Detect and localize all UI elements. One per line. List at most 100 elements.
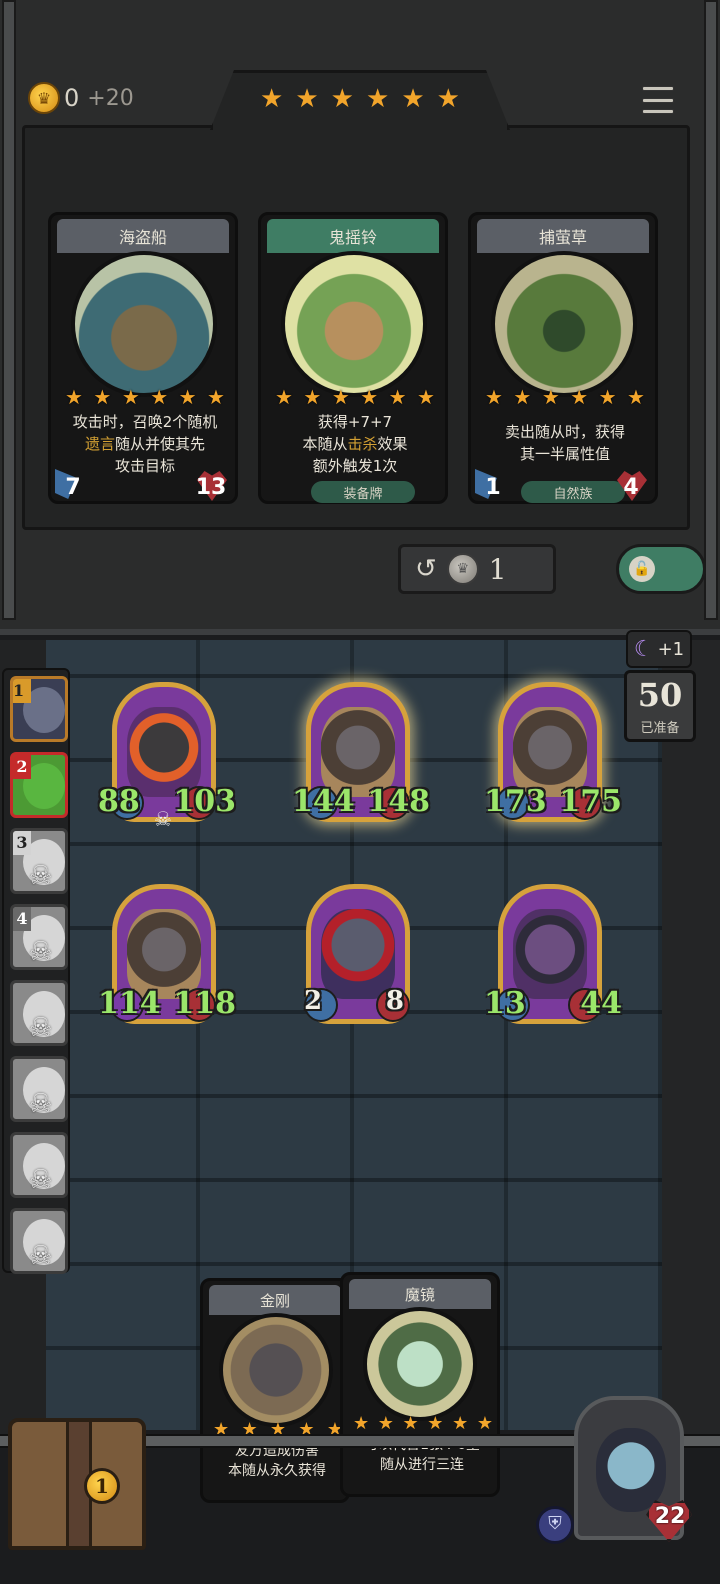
crown-coin-icon: ♛ <box>446 553 479 585</box>
tier-star-icon: ★ <box>295 84 319 114</box>
board-minion[interactable]: 114 118 <box>98 882 236 1032</box>
card-name: 魔镜 <box>404 1285 435 1304</box>
minion-attack: 144 <box>292 784 355 819</box>
card-header: 海盗船 <box>57 219 229 253</box>
player-portrait-eliminated[interactable]: ☠ <box>10 1056 68 1122</box>
right-wall <box>662 640 720 1440</box>
shop-card-pirate-ship[interactable]: 海盗船 ★ ★ ★ ★ ★ ★ 攻击时，召唤2个随机 遗言随从并使其先 攻击目标 7 13 <box>48 212 238 504</box>
rat-portrait <box>321 909 395 999</box>
desc-text: 随从并使其先 <box>115 435 206 453</box>
desc-text: 额外触发1次 <box>312 457 398 475</box>
board-minion[interactable]: 144 148 <box>292 680 430 830</box>
card-stars: ★ ★ ★ ★ ★ ★ <box>65 385 225 409</box>
menu-bar-icon <box>642 109 674 114</box>
card-description: 攻击时，召唤2个随机 遗言随从并使其先 攻击目标 <box>61 411 229 477</box>
magic-mirror-art <box>363 1307 477 1421</box>
desc-text: 随从进行三连 <box>380 1457 464 1473</box>
deathrattle-skull-icon: ☠ <box>154 807 172 831</box>
hand-card-gorilla[interactable]: 金刚 ★ ★ ★ ★ ★ 友方造成伤害 本随从永久获得 <box>200 1278 350 1503</box>
tier-star-icon: ★ <box>365 84 390 114</box>
gorilla-art <box>219 1313 333 1427</box>
shop-card-ghost-bell[interactable]: 鬼摇铃 ★ ★ ★ ★ ★ ★ 获得+7+7 本随从击杀效果 额外触发1次 装备牌 <box>258 212 448 504</box>
minion-attack: 173 <box>484 784 547 819</box>
refresh-cost: 1 <box>488 552 507 586</box>
player-portrait-eliminated[interactable]: ☠ <box>10 1132 68 1198</box>
card-stars: ★ ★ ★ ★ ★ ★ <box>275 385 435 409</box>
gold-value: 0 <box>64 84 80 112</box>
shop-panel: ★ ★ ★ ★ ★ ★ ♛ 0 +20 海盗船 ★ ★ ★ ★ ★ ★ 攻击时，召唤2个随… <box>0 0 720 635</box>
desc-text: 卖出随从时，获得 <box>504 423 625 441</box>
shield-icon[interactable]: ⛨ <box>536 1506 574 1544</box>
moon-bonus-value: +1 <box>657 638 685 660</box>
gold-coin-icon: ♛ <box>28 82 60 114</box>
tier-star-icon: ★ <box>401 84 425 114</box>
board-minion[interactable]: 2 8 <box>298 882 418 1032</box>
desc-text: 其一半属性值 <box>519 445 610 463</box>
minion-health: 175 <box>559 784 622 819</box>
skull-icon: ☠ <box>29 1013 53 1043</box>
card-header: 捕萤草 <box>477 219 649 253</box>
ghost-bell-art <box>281 251 427 397</box>
card-name: 鬼摇铃 <box>328 228 377 247</box>
card-name: 金刚 <box>259 1291 290 1310</box>
skull-icon: ☠ <box>29 1241 53 1271</box>
player-portrait[interactable]: 1 <box>10 676 68 742</box>
moon-icon: ☾ <box>633 636 654 662</box>
minion-attack: 2 <box>304 986 323 1016</box>
card-header: 金刚 <box>209 1285 341 1315</box>
minion-health: 148 <box>367 784 430 819</box>
player-portrait-self[interactable]: 2 <box>10 752 68 818</box>
minion-health: 103 <box>173 784 236 819</box>
player-portrait-eliminated[interactable]: ☠ <box>10 980 68 1046</box>
gold-counter: ♛ 0 +20 <box>28 82 134 114</box>
tier-star-icon: ★ <box>436 84 460 114</box>
skull-icon: ☠ <box>29 861 53 891</box>
board-minion[interactable]: 88 103 ☠ <box>98 680 236 831</box>
hero-health: 22 <box>654 1504 686 1529</box>
hero-face <box>596 1428 666 1512</box>
tier-star-icon: ★ <box>260 84 284 114</box>
minion-attack: 114 <box>98 986 161 1021</box>
card-header: 魔镜 <box>349 1279 491 1309</box>
minion-attack: 88 <box>98 784 140 819</box>
shop-rail-right <box>704 0 718 620</box>
refresh-button[interactable]: ↺ ♛ 1 <box>398 544 556 594</box>
ready-button[interactable]: 50 已准备 <box>624 670 696 742</box>
keyword-kill: 击杀 <box>347 435 378 453</box>
card-attack: 7 <box>55 469 91 505</box>
gold-income: +20 <box>87 85 134 111</box>
moon-bonus-badge: ☾ +1 <box>626 630 692 668</box>
minion-health: 8 <box>385 986 404 1016</box>
desc-text: 效果 <box>377 435 408 453</box>
tavern-tier-stars: ★ ★ ★ ★ ★ ★ <box>260 86 460 112</box>
menu-button[interactable] <box>640 82 676 118</box>
sell-chest[interactable] <box>8 1418 146 1550</box>
skull-icon: ☠ <box>29 1089 53 1119</box>
menu-bar-icon <box>642 97 674 103</box>
chest-coin-count: 1 <box>84 1468 120 1504</box>
card-type-tag: 装备牌 <box>311 481 415 503</box>
tier-star-icon: ★ <box>330 84 354 114</box>
player-portrait-eliminated[interactable]: ☠ <box>10 1208 68 1274</box>
lock-icon: 🔓 <box>629 556 655 582</box>
card-description: 获得+7+7 本随从击杀效果 额外触发1次 <box>271 411 439 477</box>
card-health: 4 <box>613 469 649 505</box>
board-minion[interactable]: 13 44 <box>484 882 622 1032</box>
card-health: 13 <box>193 469 229 505</box>
player-portrait-eliminated[interactable]: ☠ 3 <box>10 828 68 894</box>
card-description: 卖出随从时，获得 其一半属性值 <box>481 421 649 465</box>
lock-shop-button[interactable]: 🔓 <box>616 544 706 594</box>
shop-card-firefly-grass[interactable]: 捕萤草 ★ ★ ★ ★ ★ ★ 卖出随从时，获得 其一半属性值 1 自然族 4 <box>468 212 658 504</box>
board-minion[interactable]: 173 175 <box>484 680 622 830</box>
desc-text: 攻击目标 <box>114 457 175 475</box>
card-stars: ★ ★ ★ ★ ★ ★ <box>485 385 645 409</box>
player-rank: 2 <box>13 755 31 779</box>
card-name: 捕萤草 <box>538 228 587 247</box>
player-portrait-eliminated[interactable]: ☠ 4 <box>10 904 68 970</box>
pirate-ship-art <box>71 251 217 397</box>
card-tribe-tag: 自然族 <box>521 481 625 503</box>
hand-card-magic-mirror[interactable]: 魔镜 ★★★★★★ 可以代替1张4-6星 随从进行三连 <box>340 1272 500 1497</box>
refresh-icon: ↺ <box>415 554 437 584</box>
minion-health: 44 <box>580 986 622 1021</box>
menu-bar-icon <box>642 86 674 91</box>
